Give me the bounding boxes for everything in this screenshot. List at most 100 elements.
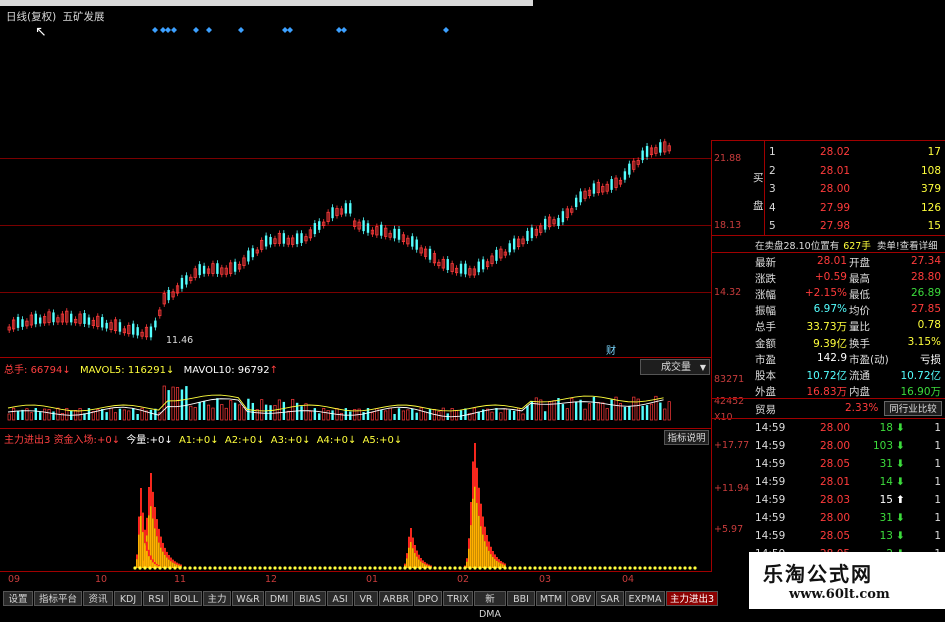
volume-bar xyxy=(472,407,476,421)
indicator-baseline-dot xyxy=(143,566,147,570)
volume-bar xyxy=(233,402,237,420)
indicator-baseline-dot xyxy=(358,566,362,570)
order-book-row[interactable]: 3 28.00 379 xyxy=(712,183,945,199)
indicator-baseline-dot xyxy=(643,566,647,570)
indicator-tab[interactable]: SAR xyxy=(596,591,624,606)
indicator-baseline-dot xyxy=(218,566,222,570)
indicator-tab[interactable]: DPO xyxy=(414,591,442,606)
indicator-tab[interactable]: RSI xyxy=(143,591,169,606)
indicator-tab[interactable]: 资讯 xyxy=(83,591,113,606)
volume-bar xyxy=(16,410,20,420)
volume-bar xyxy=(397,408,401,420)
kline-chart-area[interactable]: 日线(复权) 五矿发展 ↖ 21.88 18.13 14.32 11.46 财 … xyxy=(0,0,749,620)
volume-bar xyxy=(406,409,410,421)
indicator-tab[interactable]: 设置 xyxy=(3,591,33,606)
order-notice[interactable]: 在卖盘28.10位置有 627手 卖单!查看详细 xyxy=(755,238,938,252)
tick-price: 28.00 xyxy=(820,440,851,452)
financial-event-icon[interactable]: 财 xyxy=(606,342,616,357)
indicator-baseline-dot xyxy=(348,566,352,570)
up-arrow-icon: ↑ xyxy=(269,365,278,376)
indicator-baseline-dot xyxy=(313,566,317,570)
indicator-tab[interactable]: ARBR xyxy=(379,591,413,606)
indicator-baseline-dot xyxy=(453,566,457,570)
volume-bar xyxy=(499,412,503,421)
indicator-tab[interactable]: BOLL xyxy=(170,591,202,606)
order-book-row[interactable]: 1 28.02 17 xyxy=(712,146,945,162)
quote-label: 振幅 xyxy=(755,305,776,318)
indicator-tab[interactable]: DMI xyxy=(265,591,293,606)
indicator-tab[interactable]: 主力 xyxy=(203,591,231,606)
notice-link[interactable]: 卖单!查看详细 xyxy=(877,241,938,252)
quote-value: 27.85 xyxy=(910,303,941,316)
volume-bar xyxy=(508,409,511,420)
quote-value: 9.39亿 xyxy=(813,337,847,350)
indicator-baseline-dot xyxy=(263,566,267,570)
order-book-row[interactable]: 5 27.98 15 xyxy=(712,220,945,236)
candle-body xyxy=(397,228,401,240)
volume-bar xyxy=(251,402,255,420)
candle-body xyxy=(16,316,20,328)
indicator-baseline-dot xyxy=(618,566,622,570)
volume-bar xyxy=(424,411,428,421)
indicator-baseline-dot xyxy=(293,566,297,570)
tick-volume: 18 xyxy=(879,422,893,434)
volume-indicator-dropdown[interactable]: 成交量 ▼ xyxy=(640,359,710,375)
order-book-row[interactable]: 2 28.01 108 xyxy=(712,165,945,181)
indicator-bar-top xyxy=(492,551,494,558)
indicator-tab[interactable]: EXPMA xyxy=(625,591,665,606)
candle-body xyxy=(34,313,37,325)
indicator-tab[interactable]: OBV xyxy=(567,591,595,606)
indicator-baseline-dot xyxy=(383,566,387,570)
candle-body xyxy=(295,233,299,245)
indicator-bar-top xyxy=(418,554,420,560)
quote-label: 最新 xyxy=(755,257,776,269)
indicator-tab[interactable]: 主力进出3 xyxy=(666,591,718,606)
quote-label: 市盈(动) xyxy=(849,353,889,366)
candle-body xyxy=(202,265,206,274)
indicator-tab[interactable]: ASI xyxy=(327,591,353,606)
indicator-baseline-dot xyxy=(583,566,587,570)
order-book-row[interactable]: 4 27.99 126 xyxy=(712,202,945,218)
indicator-baseline-dot xyxy=(503,566,507,570)
indicator-baseline-dot xyxy=(568,566,572,570)
candle-body xyxy=(313,223,317,235)
indicator-tab[interactable]: TRIX xyxy=(443,591,473,606)
mavol10-value: 96792 xyxy=(237,365,270,376)
indicator-tab[interactable]: 指标平台 xyxy=(34,591,82,606)
volume-bar xyxy=(667,401,671,421)
volume-bar xyxy=(645,405,649,420)
indicator-tab[interactable]: W&R xyxy=(232,591,264,606)
indicator-tab[interactable]: KDJ xyxy=(114,591,142,606)
indicator-tab[interactable]: 新DMA xyxy=(474,591,506,620)
low-price-marker: 11.46 xyxy=(166,335,194,346)
volume-bar xyxy=(649,403,654,421)
indicator-baseline-dot xyxy=(673,566,677,570)
indicator-help-button[interactable]: 指标说明 xyxy=(664,430,709,445)
indicator-baseline-dot xyxy=(363,566,367,570)
candle-body xyxy=(269,236,272,245)
candle-body xyxy=(105,322,108,329)
a4-label: A4: xyxy=(316,435,334,446)
indicator-tab[interactable]: VR xyxy=(354,591,378,606)
industry-compare-button[interactable]: 同行业比较 xyxy=(884,401,942,416)
quote-value: 26.89 xyxy=(910,287,941,300)
candle-body xyxy=(118,322,122,332)
candle-body xyxy=(39,317,42,324)
volume-bar xyxy=(12,407,16,421)
indicator-tab[interactable]: BIAS xyxy=(294,591,326,606)
indicator-tab[interactable]: MTM xyxy=(536,591,566,606)
volume-bar xyxy=(175,387,180,421)
down-arrow-icon: ⬇ xyxy=(896,422,905,434)
tick-volume: 31 xyxy=(879,458,893,470)
indicator-tab[interactable]: BBI xyxy=(507,591,535,606)
indicator-bar-top xyxy=(472,461,474,499)
indicator-bar-top xyxy=(486,535,488,547)
tick-count: 1 xyxy=(934,530,941,542)
volume-bar xyxy=(52,411,55,420)
tick-price: 28.05 xyxy=(820,458,851,470)
indicator-baseline-dot xyxy=(388,566,392,570)
indicator-baseline-dot xyxy=(248,566,252,570)
candle-body xyxy=(70,313,73,323)
x-axis-label: 01 xyxy=(366,574,379,585)
indicator-baseline-dot xyxy=(398,566,402,570)
